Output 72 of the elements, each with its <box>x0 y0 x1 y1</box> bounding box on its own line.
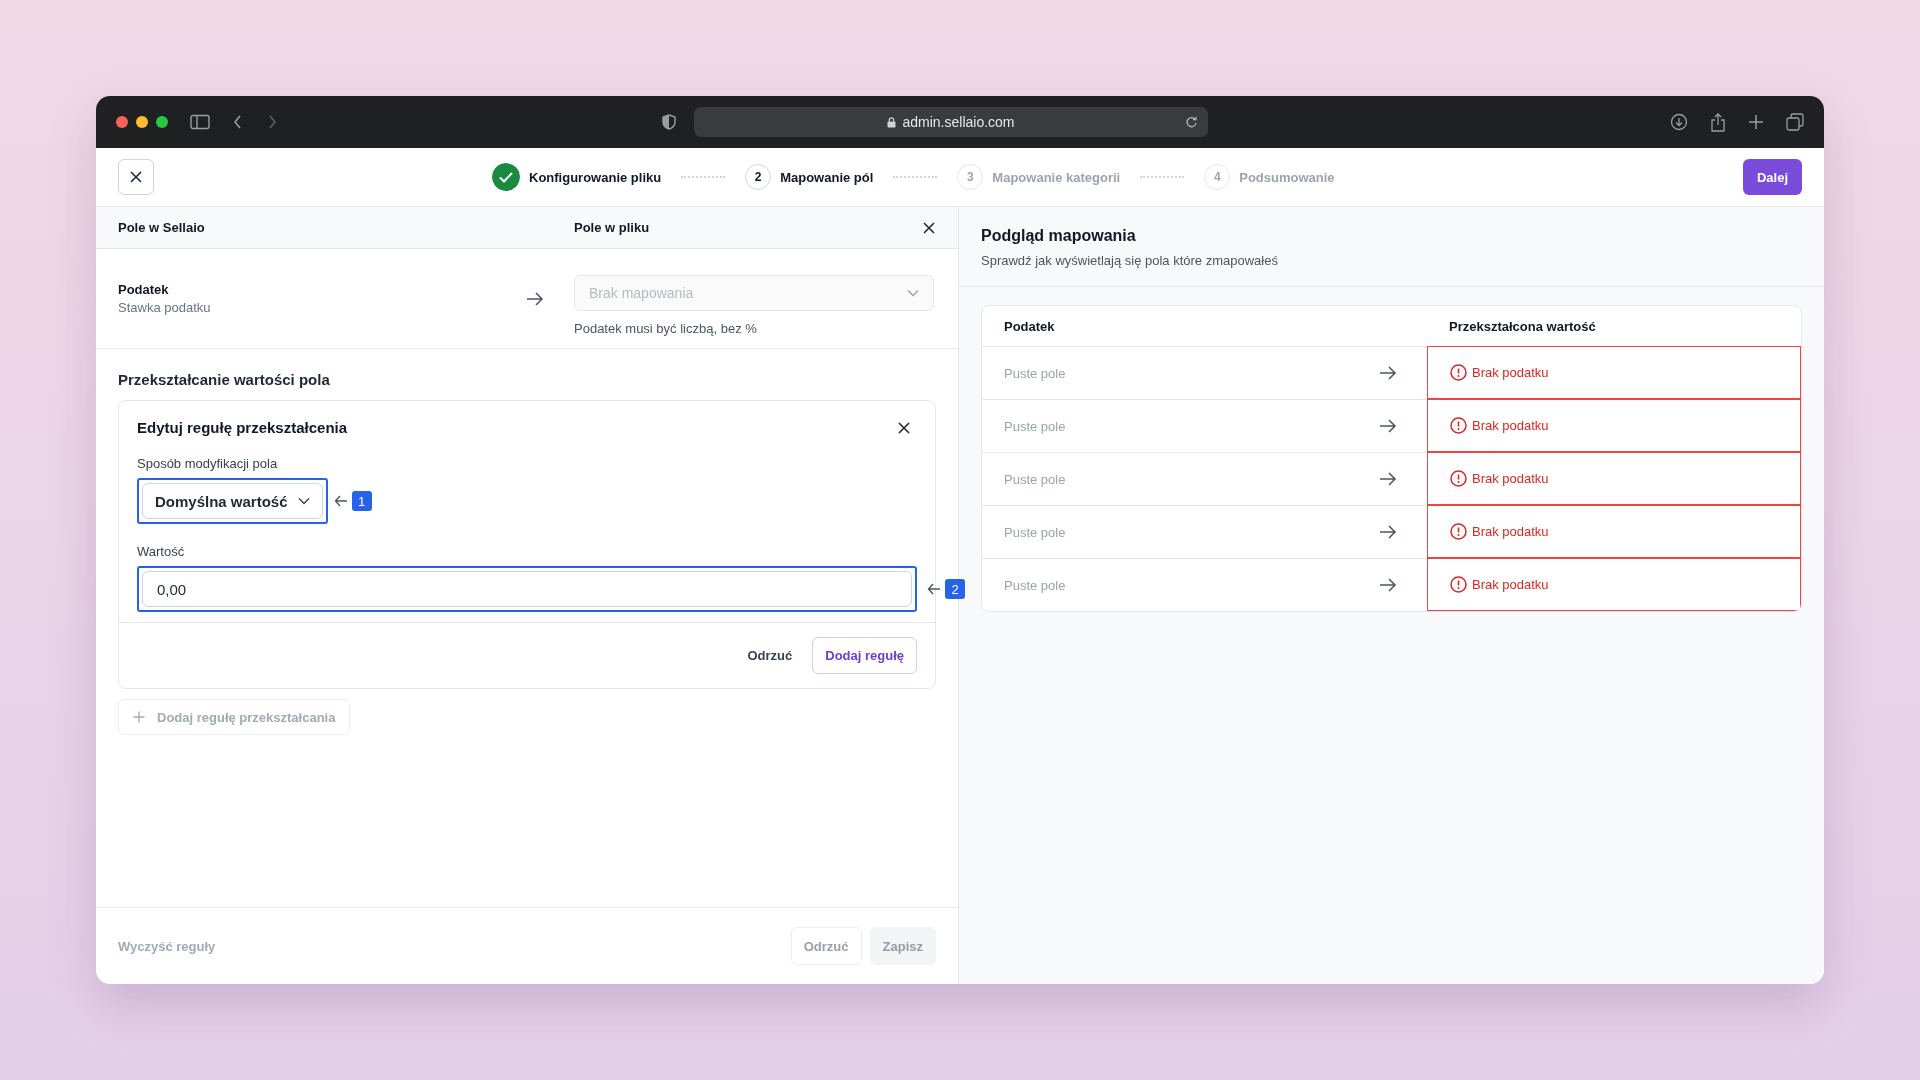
cancel-button[interactable]: Odrzuć <box>737 640 803 671</box>
card-title: Edytuj regułę przekształcenia <box>137 419 348 436</box>
step-label: Mapowanie kategorii <box>992 169 1121 185</box>
field-name: Podatek <box>118 282 170 297</box>
step-connector <box>893 176 938 178</box>
minimize-window-icon[interactable] <box>136 116 148 128</box>
error-icon <box>1450 417 1467 434</box>
step-connector <box>681 176 726 178</box>
url-text: admin.sellaio.com <box>902 114 1015 130</box>
next-button[interactable]: Dalej <box>1742 159 1802 195</box>
forward-icon[interactable] <box>266 114 278 130</box>
add-rule-button[interactable]: Dodaj regułę <box>812 637 917 674</box>
result-cell: Brak podatku <box>1427 452 1801 505</box>
callout-badge: 1 <box>351 491 372 511</box>
field-label: Wartość <box>137 544 186 559</box>
chevron-down-icon <box>907 289 919 297</box>
reload-icon[interactable] <box>1185 115 1198 129</box>
tabs-overview-icon[interactable] <box>1786 113 1804 131</box>
panel-subtitle: Sprawdź jak wyświetlają się pola które zmapowałeś <box>981 253 1279 268</box>
plus-icon <box>133 711 145 723</box>
arrow-right-icon <box>1379 524 1397 540</box>
result-cell: Brak podatku <box>1427 558 1801 611</box>
close-icon <box>129 170 143 184</box>
close-icon[interactable] <box>922 220 936 235</box>
step-connector <box>1140 176 1185 178</box>
table-cell: Puste pole <box>1004 577 1066 593</box>
column-header: Pole w Sellaio <box>118 220 206 235</box>
value-input[interactable]: 0,00 <box>142 571 912 607</box>
field-hint: Podatek musi być liczbą, bez % <box>574 321 758 336</box>
table-cell: Puste pole <box>1004 365 1066 381</box>
address-bar[interactable]: admin.sellaio.com <box>694 107 1208 137</box>
result-cell: Brak podatku <box>1427 399 1801 452</box>
panel-title: Podgląd mapowania <box>981 227 1137 245</box>
column-header: Pole w pliku <box>574 220 651 235</box>
field-description: Stawka podatku <box>118 300 212 315</box>
table-cell: Puste pole <box>1004 471 1066 487</box>
column-header: Podatek <box>1003 318 1056 334</box>
error-icon <box>1450 470 1467 487</box>
close-button[interactable] <box>118 159 154 195</box>
result-cell: Brak podatku <box>1427 346 1801 399</box>
step-label: Podsumowanie <box>1239 169 1335 185</box>
arrow-right-icon <box>1379 471 1397 487</box>
chevron-down-icon <box>297 497 310 505</box>
download-icon[interactable] <box>1670 113 1688 131</box>
error-icon <box>1450 576 1467 593</box>
method-select[interactable]: Domyślna wartość <box>142 483 323 519</box>
error-icon <box>1450 364 1467 381</box>
column-header: Przekształcona wartość <box>1448 318 1597 334</box>
arrow-left-icon <box>333 495 348 507</box>
new-tab-icon[interactable] <box>1748 114 1764 130</box>
step-label: Mapowanie pól <box>780 169 874 185</box>
arrow-right-icon <box>1379 365 1397 381</box>
callout-badge: 2 <box>945 579 965 599</box>
arrow-left-icon <box>927 583 941 595</box>
step-label: Konfigurowanie pliku <box>529 169 662 185</box>
field-label: Sposób modyfikacji pola <box>137 456 279 471</box>
close-window-icon[interactable] <box>116 116 128 128</box>
arrow-right-icon <box>1379 418 1397 434</box>
close-icon[interactable] <box>897 420 911 435</box>
table-cell: Puste pole <box>1004 418 1066 434</box>
shield-icon[interactable] <box>662 114 676 130</box>
share-icon[interactable] <box>1710 112 1726 132</box>
result-cell: Brak podatku <box>1427 505 1801 558</box>
error-icon <box>1450 523 1467 540</box>
table-cell: Puste pole <box>1004 524 1066 540</box>
lock-icon <box>887 116 897 128</box>
sidebar-icon[interactable] <box>190 114 210 130</box>
maximize-window-icon[interactable] <box>156 116 168 128</box>
section-title: Przekształcanie wartości pola <box>118 371 331 388</box>
arrow-right-icon <box>526 290 544 307</box>
arrow-right-icon <box>1379 577 1397 593</box>
back-icon[interactable] <box>232 114 244 130</box>
